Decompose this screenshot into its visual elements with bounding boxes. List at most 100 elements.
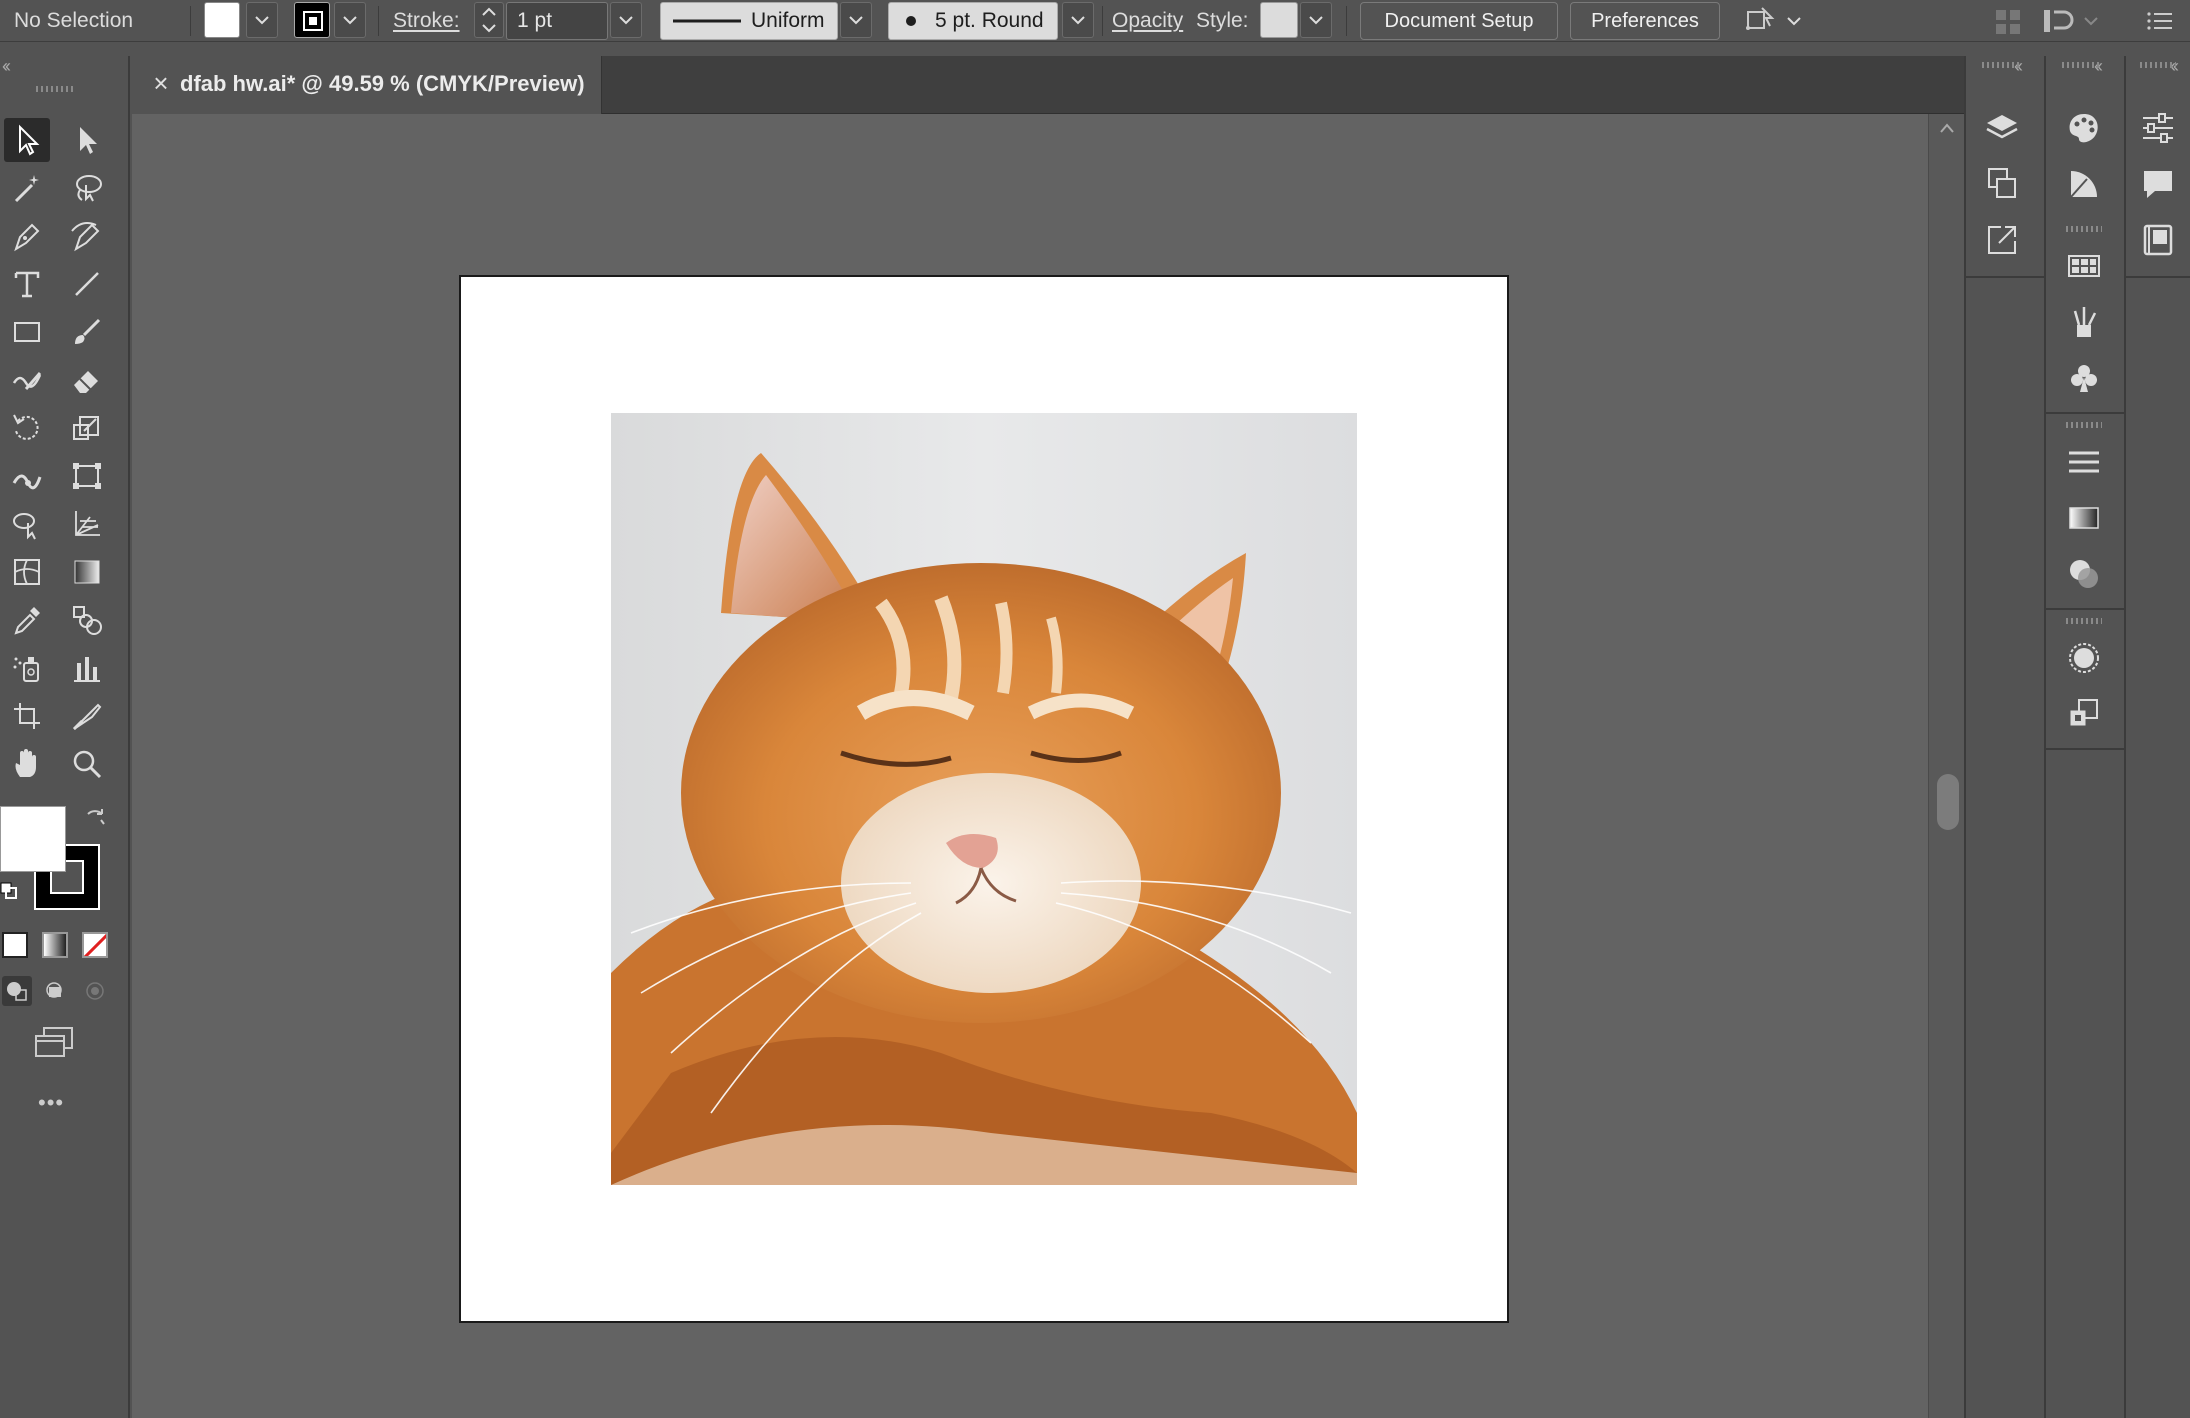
gradient-tool[interactable] bbox=[64, 550, 110, 594]
stroke-dropdown[interactable] bbox=[334, 2, 366, 38]
paintbrush-tool[interactable] bbox=[64, 310, 110, 354]
document-tab[interactable]: × dfab hw.ai* @ 49.59 % (CMYK/Preview) bbox=[132, 56, 602, 114]
swap-fill-stroke-button[interactable] bbox=[84, 806, 108, 830]
document-canvas[interactable] bbox=[132, 114, 1928, 1418]
fill-color-swatch[interactable] bbox=[0, 806, 66, 872]
brush-definition[interactable]: 5 pt. Round bbox=[888, 2, 1058, 40]
lasso-tool[interactable] bbox=[64, 166, 110, 210]
workspace-switcher[interactable] bbox=[2040, 4, 2076, 38]
draw-normal-button[interactable] bbox=[2, 976, 32, 1006]
mesh-tool[interactable] bbox=[4, 550, 50, 594]
properties-panel-button[interactable] bbox=[2132, 102, 2184, 154]
layers-panel-button[interactable] bbox=[1976, 102, 2028, 154]
shaper-tool[interactable] bbox=[4, 358, 50, 402]
blend-tool[interactable] bbox=[64, 598, 110, 642]
width-tool[interactable] bbox=[4, 454, 50, 498]
tools-panel: ‹‹ ••• bbox=[0, 56, 130, 1418]
stroke-swatch[interactable] bbox=[294, 2, 330, 38]
brushes-panel-button[interactable] bbox=[2058, 296, 2110, 348]
perspective-grid-tool[interactable] bbox=[64, 502, 110, 546]
preferences-button[interactable]: Preferences bbox=[1570, 2, 1720, 40]
fill-swatch[interactable] bbox=[204, 2, 240, 38]
isolation-mode-button[interactable] bbox=[1740, 2, 1780, 40]
panel-gripper[interactable] bbox=[1982, 62, 2022, 68]
panel-gripper[interactable] bbox=[2062, 62, 2102, 68]
symbol-sprayer-tool[interactable] bbox=[4, 646, 50, 690]
change-screen-mode-button[interactable] bbox=[30, 1022, 80, 1062]
type-tool[interactable] bbox=[4, 262, 50, 306]
line-segment-icon bbox=[75, 272, 99, 296]
stroke-panel-button[interactable] bbox=[2058, 436, 2110, 488]
line-segment-tool[interactable] bbox=[64, 262, 110, 306]
draw-behind-button[interactable] bbox=[40, 976, 70, 1006]
toolbar-gripper[interactable] bbox=[36, 86, 76, 92]
shape-builder-tool[interactable] bbox=[4, 502, 50, 546]
stroke-weight-input[interactable]: 1 pt bbox=[506, 2, 608, 40]
scrollbar-thumb[interactable] bbox=[1937, 774, 1959, 830]
gradient-mode-button[interactable] bbox=[42, 932, 68, 958]
scale-tool[interactable] bbox=[64, 406, 110, 450]
stroke-label[interactable]: Stroke: bbox=[393, 0, 460, 42]
rotate-tool[interactable] bbox=[4, 406, 50, 450]
default-fill-stroke-button[interactable] bbox=[0, 882, 18, 900]
column-graph-tool[interactable] bbox=[64, 646, 110, 690]
color-guide-icon bbox=[2070, 171, 2097, 198]
panel-gripper[interactable] bbox=[2140, 62, 2176, 68]
cat-photo[interactable] bbox=[611, 413, 1357, 1185]
style-label: Style: bbox=[1196, 9, 1249, 32]
color-guide-panel-button[interactable] bbox=[2058, 158, 2110, 210]
opacity-link[interactable]: Opacity bbox=[1112, 0, 1183, 42]
hand-tool[interactable] bbox=[4, 742, 50, 786]
panel-gripper[interactable] bbox=[2066, 618, 2102, 624]
artboard-tool[interactable] bbox=[4, 694, 50, 738]
draw-inside-button[interactable] bbox=[80, 976, 110, 1006]
arrange-documents-button[interactable] bbox=[1992, 4, 2024, 38]
stroke-weight-stepper[interactable] bbox=[474, 2, 504, 38]
asset-export-panel-button[interactable] bbox=[1976, 214, 2028, 266]
rectangle-tool[interactable] bbox=[4, 310, 50, 354]
variable-width-profile[interactable]: Uniform bbox=[660, 2, 838, 40]
transparency-icon bbox=[2070, 560, 2098, 588]
edit-toolbar-button[interactable]: ••• bbox=[38, 1092, 64, 1114]
brush-dropdown[interactable] bbox=[1062, 2, 1094, 38]
pen-tool[interactable] bbox=[4, 214, 50, 258]
graphic-style-swatch[interactable] bbox=[1260, 2, 1298, 38]
stroke-weight-dropdown[interactable] bbox=[610, 2, 642, 38]
slice-tool[interactable] bbox=[64, 694, 110, 738]
magic-wand-icon bbox=[14, 175, 39, 203]
comments-panel-button[interactable] bbox=[2132, 158, 2184, 210]
vertical-scrollbar[interactable] bbox=[1928, 114, 1964, 1418]
direct-selection-tool[interactable] bbox=[64, 118, 110, 162]
fill-dropdown[interactable] bbox=[246, 2, 278, 38]
magic-wand-tool[interactable] bbox=[4, 166, 50, 210]
close-tab-icon[interactable]: × bbox=[146, 68, 176, 98]
curvature-tool[interactable] bbox=[64, 214, 110, 258]
appearance-panel-button[interactable] bbox=[2058, 632, 2110, 684]
scroll-up-icon[interactable] bbox=[1939, 122, 1955, 134]
none-mode-button[interactable] bbox=[82, 932, 108, 958]
color-panel-button[interactable] bbox=[2058, 102, 2110, 154]
panel-gripper[interactable] bbox=[2066, 226, 2102, 232]
toolbar-collapse-icon[interactable]: ‹‹ bbox=[2, 56, 11, 77]
artboard[interactable] bbox=[459, 275, 1509, 1323]
eyedropper-tool[interactable] bbox=[4, 598, 50, 642]
isolation-dropdown[interactable] bbox=[1782, 2, 1806, 40]
symbols-panel-button[interactable] bbox=[2058, 352, 2110, 404]
panel-menu-button[interactable] bbox=[2142, 4, 2178, 38]
eraser-tool[interactable] bbox=[64, 358, 110, 402]
graphic-styles-panel-button[interactable] bbox=[2058, 688, 2110, 740]
transparency-panel-button[interactable] bbox=[2058, 548, 2110, 600]
panel-gripper[interactable] bbox=[2066, 422, 2102, 428]
libraries-panel-button[interactable] bbox=[2132, 214, 2184, 266]
zoom-tool[interactable] bbox=[64, 742, 110, 786]
document-setup-button[interactable]: Document Setup bbox=[1360, 2, 1558, 40]
selection-tool[interactable] bbox=[4, 118, 50, 162]
color-mode-button[interactable] bbox=[2, 932, 28, 958]
workspace-dropdown[interactable] bbox=[2080, 4, 2102, 38]
artboards-panel-button[interactable] bbox=[1976, 158, 2028, 210]
swatches-panel-button[interactable] bbox=[2058, 240, 2110, 292]
gradient-panel-button[interactable] bbox=[2058, 492, 2110, 544]
style-dropdown[interactable] bbox=[1300, 2, 1332, 38]
width-profile-dropdown[interactable] bbox=[840, 2, 872, 38]
free-transform-tool[interactable] bbox=[64, 454, 110, 498]
